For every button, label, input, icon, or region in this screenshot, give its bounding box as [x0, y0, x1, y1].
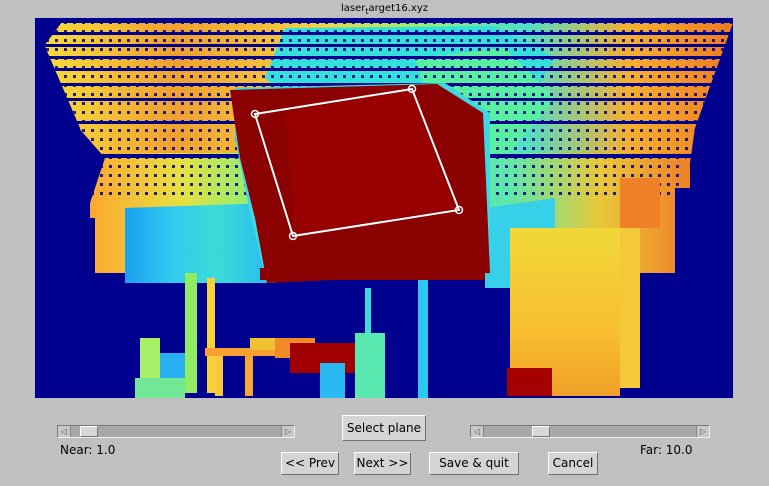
- slider-left-arrow-icon[interactable]: ◁: [471, 426, 484, 437]
- next-button[interactable]: Next >>: [354, 452, 411, 475]
- plane-selection-polygon[interactable]: [35, 18, 733, 398]
- select-plane-button[interactable]: Select plane: [342, 415, 426, 441]
- save-quit-button[interactable]: Save & quit: [429, 452, 519, 475]
- slider-left-arrow-icon[interactable]: ◁: [58, 426, 71, 437]
- window-title: lasertarget16.xyz: [340, 3, 428, 16]
- cancel-button[interactable]: Cancel: [548, 452, 598, 475]
- slider-right-arrow-icon[interactable]: ▷: [281, 426, 294, 437]
- prev-button[interactable]: << Prev: [281, 452, 339, 475]
- far-label: Far: 10.0: [640, 443, 693, 457]
- depth-image-view[interactable]: [35, 18, 733, 398]
- near-label: Near: 1.0: [60, 443, 116, 457]
- near-slider[interactable]: ◁ ▷: [57, 425, 295, 438]
- far-slider[interactable]: ◁ ▷: [470, 425, 710, 438]
- near-slider-thumb[interactable]: [79, 426, 98, 437]
- slider-right-arrow-icon[interactable]: ▷: [696, 426, 709, 437]
- far-slider-thumb[interactable]: [532, 426, 550, 437]
